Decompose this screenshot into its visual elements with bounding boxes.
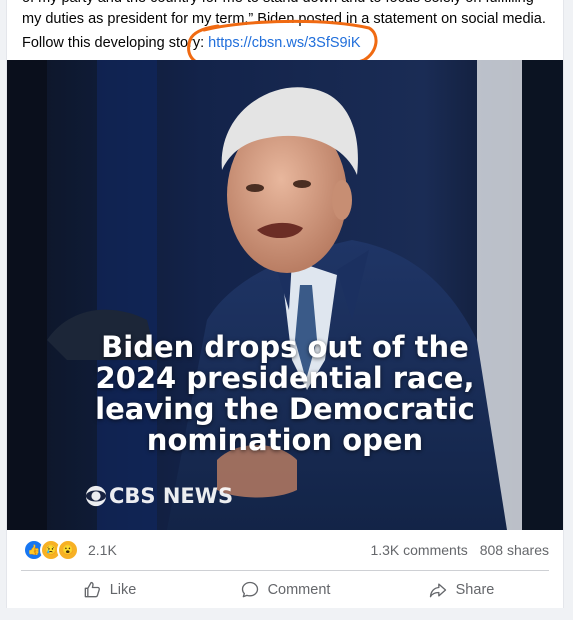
engagement-stats: 👍 😢 😮 2.1K 1.3K comments 808 shares xyxy=(7,530,563,570)
like-label: Like xyxy=(109,582,137,598)
reactions-count[interactable]: 2.1K xyxy=(88,542,117,558)
headline-line-2: 2024 presidential race, xyxy=(95,361,475,395)
share-arrow-icon xyxy=(429,583,446,598)
comment-icon xyxy=(241,581,258,598)
post-actions: Like Comment Share xyxy=(21,572,549,608)
shares-count[interactable]: 808 shares xyxy=(480,542,549,558)
post-text-line-1: of my party and the country for me to st… xyxy=(22,0,534,9)
thumbs-up-icon xyxy=(84,581,100,598)
headline-line-1: Biden drops out of the xyxy=(101,330,469,364)
post-card: of my party and the country for me to st… xyxy=(6,0,564,608)
share-label: Share xyxy=(455,582,495,598)
headline-line-3: leaving the Democratic xyxy=(95,392,475,426)
cbs-news-logo-text: CBS NEWS xyxy=(109,484,234,508)
follow-story-label: Follow this developing story: xyxy=(22,35,209,51)
comment-button[interactable]: Comment xyxy=(197,580,373,600)
cbs-news-logo: CBS NEWS xyxy=(85,484,233,508)
like-button[interactable]: Like xyxy=(21,580,197,600)
headline-line-4: nomination open xyxy=(146,423,424,457)
comments-count[interactable]: 1.3K comments xyxy=(370,542,467,558)
biden-photo xyxy=(7,60,563,530)
actions-divider xyxy=(21,570,549,571)
reactions-summary[interactable]: 👍 😢 😮 2.1K xyxy=(23,539,117,561)
image-headline: Biden drops out of the 2024 presidential… xyxy=(7,332,563,456)
cbs-eye-icon xyxy=(85,485,107,507)
wow-reaction-icon: 😮 xyxy=(57,539,79,561)
comment-label: Comment xyxy=(267,582,331,598)
share-button[interactable]: Share xyxy=(373,580,549,600)
post-image[interactable]: Biden drops out of the 2024 presidential… xyxy=(7,60,563,530)
